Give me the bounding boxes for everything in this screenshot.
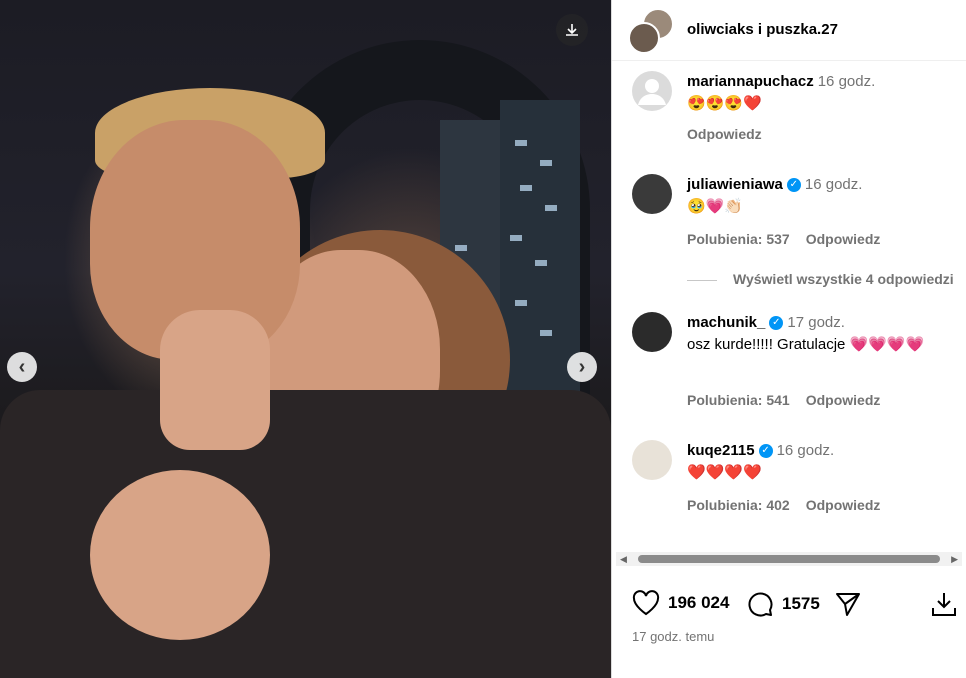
reply-button[interactable]: Odpowiedz	[687, 126, 762, 142]
comment-time: 16 godz.	[776, 442, 835, 459]
comment-text: 😍😍😍❤️	[687, 95, 762, 112]
horizontal-scrollbar[interactable]: ◀ ▶	[616, 552, 962, 566]
save-icon	[932, 593, 956, 616]
comment-text: 🥹💗👏🏻	[687, 198, 744, 215]
default-user-icon	[638, 79, 666, 105]
comment-username[interactable]: kuqe2115	[687, 442, 755, 459]
scroll-right-icon[interactable]: ▶	[951, 554, 958, 565]
next-photo-button[interactable]: ›	[567, 352, 597, 382]
comment-username[interactable]: juliawieniawa	[687, 176, 783, 193]
avatar[interactable]	[632, 174, 672, 214]
comment-icon	[748, 592, 773, 617]
comment-time: 16 godz.	[817, 73, 876, 90]
background-building	[500, 100, 580, 440]
download-icon	[566, 24, 578, 36]
send-icon	[836, 593, 860, 616]
reply-button[interactable]: Odpowiedz	[806, 231, 881, 247]
chevron-left-icon: ‹	[18, 355, 26, 378]
scroll-left-icon[interactable]: ◀	[620, 554, 627, 565]
save-button[interactable]	[930, 590, 958, 618]
hand-with-ring	[160, 310, 270, 450]
verified-badge-icon: ✓	[769, 316, 784, 331]
view-replies-button[interactable]: Wyświetl wszystkie 4 odpowiedzi	[687, 271, 954, 287]
avatar[interactable]	[632, 71, 672, 111]
post-actions: 196 024 1575	[612, 580, 966, 630]
hand	[90, 470, 270, 640]
post-time: 17 godz. temu	[632, 629, 715, 644]
post-photo: ‹ ›	[0, 0, 611, 678]
avatar[interactable]	[632, 440, 672, 480]
likes-count[interactable]: Polubienia: 541	[687, 392, 790, 408]
comment-username[interactable]: mariannapuchacz	[687, 73, 814, 90]
post-authors[interactable]: oliwciaks i puszka.27	[687, 21, 838, 38]
prev-photo-button[interactable]: ‹	[7, 352, 37, 382]
scrollbar-thumb[interactable]	[638, 555, 940, 563]
likes-count[interactable]: Polubienia: 537	[687, 231, 790, 247]
comment-username[interactable]: machunik_	[687, 314, 765, 331]
verified-badge-icon: ✓	[786, 178, 801, 193]
avatar[interactable]	[632, 312, 672, 352]
post-sidebar: oliwciaks i puszka.27 mariannapuchacz 16 …	[612, 0, 966, 678]
share-button[interactable]	[834, 590, 862, 618]
comments-list: mariannapuchacz 16 godz. 😍😍😍❤️ Odpowiedz …	[612, 61, 966, 551]
comment-time: 16 godz.	[804, 176, 863, 193]
download-button[interactable]	[556, 14, 588, 46]
comment-button[interactable]: 1575	[746, 590, 820, 618]
like-button[interactable]: 196 024	[632, 590, 729, 616]
likes-count[interactable]: Polubienia: 402	[687, 497, 790, 513]
heart-icon	[632, 590, 660, 616]
likes-total: 196 024	[668, 593, 730, 612]
comment-time: 17 godz.	[787, 314, 845, 331]
reply-button[interactable]: Odpowiedz	[806, 497, 881, 513]
verified-badge-icon: ✓	[758, 444, 773, 459]
comment-text: ❤️❤️❤️❤️	[687, 464, 762, 481]
reply-button[interactable]: Odpowiedz	[806, 392, 881, 408]
post-header: oliwciaks i puszka.27	[612, 0, 966, 61]
avatar[interactable]	[628, 22, 660, 54]
chevron-right-icon: ›	[578, 355, 586, 378]
comment-text: osz kurde!!!!! Gratulacje 💗💗💗💗	[687, 336, 925, 353]
comments-total: 1575	[782, 594, 820, 613]
